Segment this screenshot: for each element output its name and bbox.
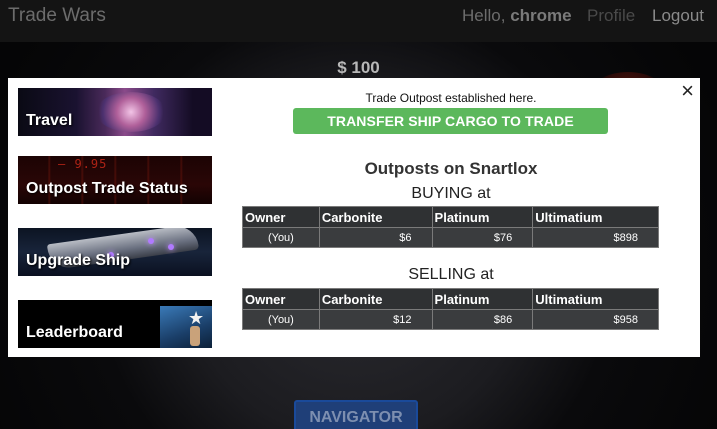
price-cell: $958 — [532, 309, 659, 330]
column-header: Ultimatium — [532, 206, 659, 228]
column-header: Carbonite — [318, 288, 433, 310]
outpost-status-text: Trade Outpost established here. — [365, 91, 537, 105]
menu-tile-label: Outpost Trade Status — [26, 180, 188, 197]
transfer-cargo-button[interactable]: TRANSFER SHIP CARGO TO TRADE OUTPOST — [293, 108, 608, 155]
owner-cell: (You) — [242, 227, 320, 248]
close-icon[interactable]: × — [681, 80, 694, 102]
column-header: Platinum — [431, 288, 534, 310]
selling-heading: SELLING at — [408, 266, 494, 283]
menu-tile-upgrade-ship[interactable]: Upgrade Ship — [18, 228, 212, 276]
column-header: Owner — [242, 288, 320, 310]
table-header-row: Owner Carbonite Platinum Ultimatium — [242, 288, 659, 310]
column-header: Platinum — [431, 206, 534, 228]
outpost-modal: × Travel — 9.95 Outpost Trade Status Upg… — [8, 78, 700, 357]
brand-link[interactable]: Trade Wars — [8, 5, 106, 27]
trophy-star-image: ★ — [160, 306, 212, 348]
menu-tile-label: Travel — [26, 112, 73, 129]
buying-heading: BUYING at — [411, 185, 491, 202]
menu-tile-outpost-trade-status[interactable]: — 9.95 Outpost Trade Status — [18, 156, 212, 204]
buying-table: Owner Carbonite Platinum Ultimatium (You… — [242, 206, 659, 248]
price-cell: $6 — [318, 227, 433, 248]
username: chrome — [510, 6, 572, 25]
money-display: $ 100 — [337, 58, 380, 77]
navigator-button[interactable]: NAVIGATOR — [294, 400, 418, 429]
greeting-prefix: Hello, — [462, 6, 506, 25]
menu-tile-leaderboard[interactable]: ★ Leaderboard — [18, 300, 212, 348]
user-greeting: Hello, chrome — [462, 6, 572, 26]
column-header: Owner — [242, 206, 320, 228]
engine-glow — [168, 244, 174, 250]
menu-tile-label: Upgrade Ship — [26, 252, 131, 269]
table-row: (You) $12 $86 $958 — [242, 309, 659, 330]
ticker-digits: — 9.95 — [58, 157, 108, 171]
price-cell: $12 — [318, 309, 433, 330]
column-header: Ultimatium — [532, 288, 659, 310]
owner-cell: (You) — [242, 309, 320, 330]
column-header: Carbonite — [318, 206, 433, 228]
top-navbar: Trade Wars Hello, chrome Profile Logout — [0, 0, 717, 42]
price-cell: $898 — [532, 227, 659, 248]
engine-glow — [148, 238, 154, 244]
outposts-title: Outposts on Snartlox — [364, 159, 538, 178]
table-row: (You) $6 $76 $898 — [242, 227, 659, 248]
menu-tile-label: Leaderboard — [26, 324, 123, 341]
table-header-row: Owner Carbonite Platinum Ultimatium — [242, 206, 659, 228]
menu-tile-travel[interactable]: Travel — [18, 88, 212, 136]
selling-table: Owner Carbonite Platinum Ultimatium (You… — [242, 288, 659, 330]
hand-image — [190, 326, 200, 346]
logout-link[interactable]: Logout — [652, 6, 704, 26]
price-cell: $86 — [431, 309, 534, 330]
nebula-image — [96, 92, 166, 132]
profile-link[interactable]: Profile — [587, 6, 635, 26]
price-cell: $76 — [431, 227, 534, 248]
